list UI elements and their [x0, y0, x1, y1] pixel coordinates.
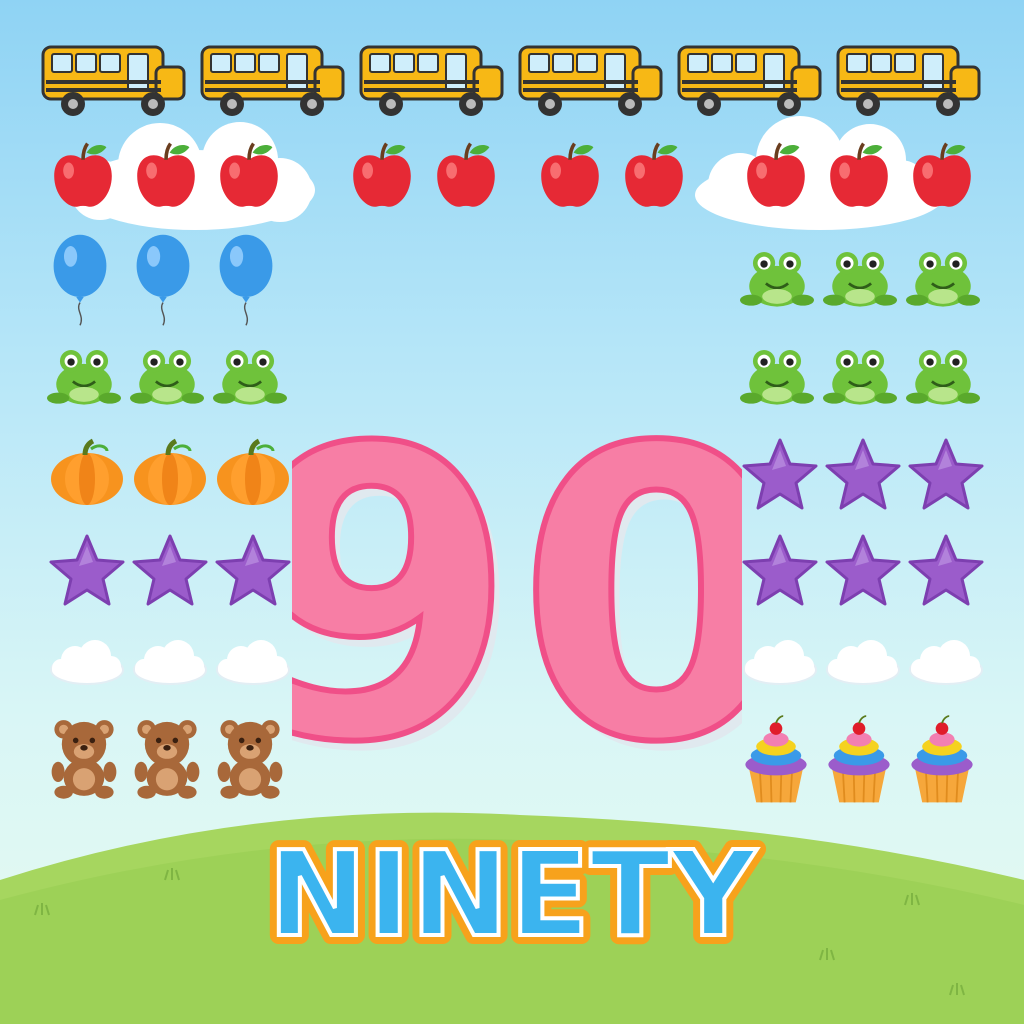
frog-icon — [47, 348, 121, 407]
apple-icon — [52, 141, 114, 209]
school-bus-icon — [359, 45, 504, 118]
cupcake-icon — [910, 715, 974, 804]
cupcake-icon — [827, 715, 891, 804]
cupcake-icon — [744, 715, 808, 804]
pumpkin-icon — [51, 441, 123, 505]
apple-icon — [218, 141, 280, 209]
frog-icon — [130, 348, 204, 407]
star-icon — [215, 534, 291, 606]
frog-icon — [823, 250, 897, 309]
apple-icon — [745, 141, 807, 209]
star-icon — [908, 438, 984, 510]
teddy-bear-icon — [217, 720, 283, 799]
pumpkin-icon — [134, 441, 206, 505]
star-icon — [825, 534, 901, 606]
cloud-icon — [133, 639, 207, 685]
cloud-icon — [909, 639, 983, 685]
star-icon — [742, 534, 818, 606]
cloud-icon — [743, 639, 817, 685]
number-word-graphic: NINETY NINETY — [259, 830, 767, 960]
teddy-bear-icon — [51, 720, 117, 799]
star-icon — [132, 534, 208, 606]
apple-icon — [135, 141, 197, 209]
frog-icon — [213, 348, 287, 407]
cloud-icon — [50, 639, 124, 685]
balloon-icon — [52, 234, 108, 326]
apple-icon — [351, 141, 413, 209]
school-bus-icon — [41, 45, 186, 118]
frog-icon — [823, 348, 897, 407]
star-icon — [49, 534, 125, 606]
school-bus-icon — [677, 45, 822, 118]
number-word: NINETY — [268, 830, 758, 960]
school-bus-icon — [836, 45, 981, 118]
apple-icon — [828, 141, 890, 209]
star-icon — [908, 534, 984, 606]
school-bus-icon — [200, 45, 345, 118]
school-bus-icon — [518, 45, 663, 118]
big-number-graphic: 90 90 — [292, 395, 742, 785]
balloon-icon — [218, 234, 274, 326]
star-icon — [825, 438, 901, 510]
cloud-icon — [826, 639, 900, 685]
teddy-bear-icon — [134, 720, 200, 799]
frog-icon — [906, 348, 980, 407]
pumpkin-icon — [217, 441, 289, 505]
frog-icon — [740, 250, 814, 309]
cloud-icon — [216, 639, 290, 685]
apple-icon — [435, 141, 497, 209]
apple-icon — [539, 141, 601, 209]
apple-icon — [911, 141, 973, 209]
big-number: 90 — [292, 395, 742, 785]
frog-icon — [740, 348, 814, 407]
apple-icon — [623, 141, 685, 209]
star-icon — [742, 438, 818, 510]
balloon-icon — [135, 234, 191, 326]
frog-icon — [906, 250, 980, 309]
